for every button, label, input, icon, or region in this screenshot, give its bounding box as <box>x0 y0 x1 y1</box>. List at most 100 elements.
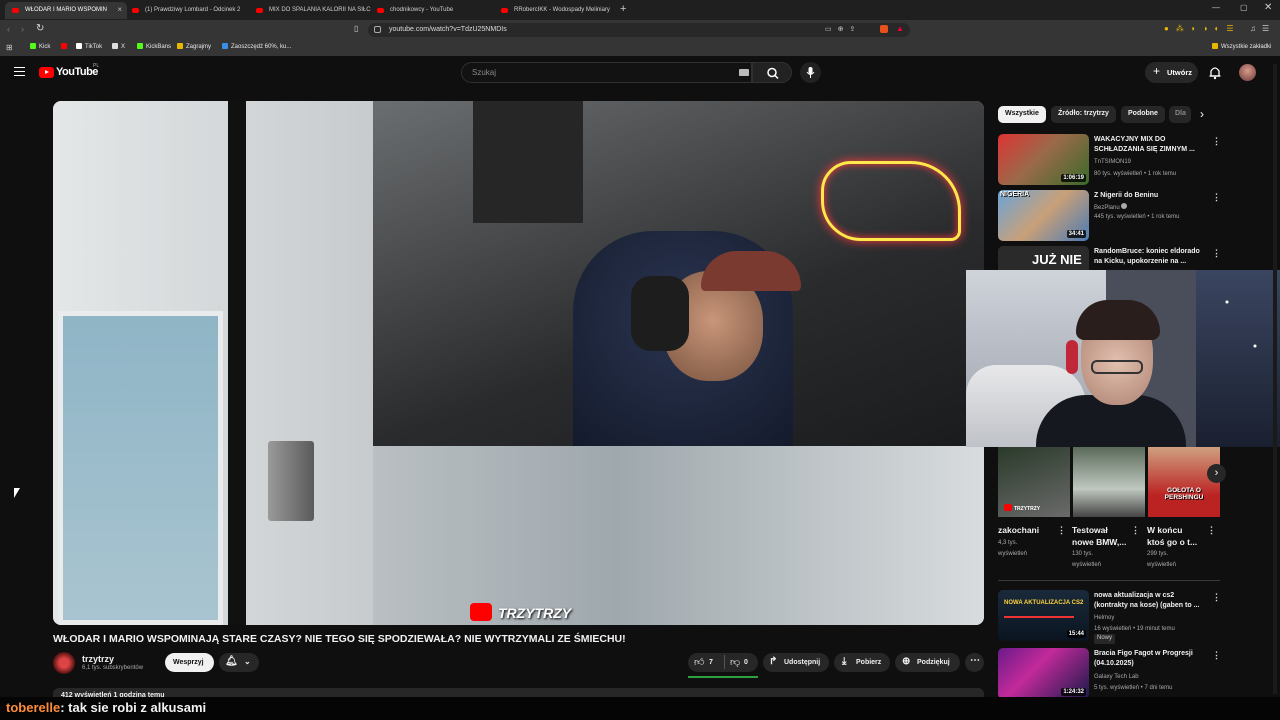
brave-shield-icon[interactable] <box>880 25 888 33</box>
short-title[interactable]: W końcu ktoś go o t... <box>1147 524 1197 548</box>
close-window-button[interactable]: ✕ <box>1264 2 1272 13</box>
mouse-cursor-icon <box>14 488 20 498</box>
bookmark-kick[interactable]: Kick <box>30 43 50 53</box>
forward-arrow-icon[interactable]: › <box>21 24 24 34</box>
channel-name[interactable]: trzytrzy <box>82 654 114 664</box>
more-vertical-icon[interactable]: ⋮ <box>1207 525 1216 536</box>
back-arrow-icon[interactable]: ‹ <box>7 24 10 34</box>
rewards-icon[interactable]: ▲ <box>896 24 904 33</box>
youtube-logo-text[interactable]: YouTube <box>56 66 98 78</box>
more-vertical-icon[interactable]: ⋮ <box>1212 192 1221 203</box>
short-thumbnail[interactable]: TRZYTRZY <box>998 447 1070 517</box>
video-player[interactable]: TRZYTRZY <box>53 101 984 625</box>
bookmark-discount[interactable]: Zaoszczędź 60%, ku... <box>222 43 291 53</box>
more-vertical-icon[interactable]: ⋮ <box>1212 592 1221 603</box>
page-scrollbar[interactable] <box>1273 64 1277 694</box>
chip-source[interactable]: Źródło: trzytrzy <box>1051 106 1116 123</box>
new-tab-button[interactable]: + <box>620 3 626 15</box>
address-actions-icon[interactable]: ▭⊕⇪ <box>825 25 861 33</box>
maximize-window-button[interactable]: ▢ <box>1240 3 1248 12</box>
chip-label: Źródło: trzytrzy <box>1058 110 1109 117</box>
kickbans-icon <box>137 43 143 49</box>
search-input[interactable]: Szukaj <box>461 62 752 83</box>
bookmark-star-icon[interactable]: ▯ <box>354 24 358 33</box>
rec-channel[interactable]: Galaxy Tech Lab <box>1094 673 1139 681</box>
rec-title[interactable]: WAKACYJNY MIX DO SCHŁADZANIA SIĘ ZIMNYM .… <box>1094 135 1195 154</box>
notifications-button[interactable] <box>1208 65 1222 85</box>
voice-search-button[interactable] <box>800 62 821 83</box>
apps-grid-icon[interactable]: ⊞ <box>6 43 13 52</box>
rec-channel[interactable]: TnTSIMON19 <box>1094 158 1131 166</box>
chip-for-you[interactable]: Dla <box>1169 106 1191 123</box>
rec-title[interactable]: Bracia Figo Fagot w Progresji (04.10.2025… <box>1094 649 1193 668</box>
close-tab-icon[interactable]: × <box>117 5 122 14</box>
rec-title[interactable]: Z Nigerii do Beninu <box>1094 191 1158 201</box>
all-bookmarks[interactable]: Wszystkie zakładki <box>1212 43 1271 53</box>
extension-icons[interactable]: ●⁂◗◑◐☰ <box>1164 24 1241 33</box>
more-vertical-icon[interactable]: ⋮ <box>1131 525 1140 536</box>
video-thumbnail[interactable]: 1:06:19 <box>998 134 1089 185</box>
more-vertical-icon[interactable]: ⋮ <box>1212 248 1221 259</box>
bookmark-x[interactable]: X <box>112 43 125 53</box>
all-bookmarks-label: Wszystkie zakładki <box>1221 44 1272 50</box>
chip-all[interactable]: Wszystkie <box>998 106 1046 123</box>
chip-similar[interactable]: Podobne <box>1121 106 1165 123</box>
share-button[interactable]: ↱ Udostępnij <box>763 653 829 672</box>
download-label: Pobierz <box>856 659 882 666</box>
avatar[interactable] <box>1239 64 1256 81</box>
bookmark-label: Zagrajmy <box>186 44 212 50</box>
like-button[interactable]: 👍︎ 7 <box>688 653 724 672</box>
rec-meta: 445 tys. wyświetleń • 1 rok temu <box>1094 214 1180 220</box>
section-divider <box>998 580 1220 581</box>
search-button[interactable] <box>752 62 792 83</box>
more-vertical-icon[interactable]: ⋮ <box>1057 525 1066 536</box>
subscription-bell-button[interactable]: 🔔︎ ⌄ <box>219 653 259 672</box>
chat-username: toberelle <box>6 700 61 715</box>
youtube-logo-icon[interactable] <box>39 67 54 78</box>
short-views: 4,3 tys. wyświetleń <box>998 540 1028 557</box>
menu-hamburger-icon[interactable] <box>14 67 25 76</box>
short-thumbnail[interactable]: GOŁOTA O PERSHINGU <box>1148 447 1220 517</box>
bookmark-kickbans[interactable]: KickBans <box>137 43 171 53</box>
rec-channel[interactable]: Helmoy <box>1094 614 1114 622</box>
video-thumbnail[interactable]: 1:24:32 <box>998 648 1089 699</box>
short-title[interactable]: Testował nowe BMW,... <box>1072 524 1126 548</box>
rec-title[interactable]: RandomBruce: koniec eldorado na Kicku, up… <box>1094 247 1200 266</box>
dislike-button[interactable]: 👎︎ 0 <box>725 653 758 672</box>
bookmark-tiktok[interactable]: TikTok <box>76 43 102 53</box>
short-thumbnail[interactable] <box>1073 447 1145 517</box>
browser-tab[interactable]: RRobercIKK - Wodospady Meliniary <box>494 2 616 19</box>
more-vertical-icon[interactable]: ⋮ <box>1212 136 1221 147</box>
video-thumbnail[interactable]: NOWA AKTUALIZACJA CS2 15:44 <box>998 590 1089 641</box>
url-text: youtube.com/watch?v=TdzU25NMDIs <box>389 26 507 33</box>
download-button[interactable]: ⤓ Pobierz <box>834 653 890 672</box>
more-vertical-icon[interactable]: ⋮ <box>1212 650 1221 661</box>
more-actions-button[interactable]: ⋯ <box>965 653 984 672</box>
thanks-button[interactable]: ⊕ Podziękuj <box>895 653 960 672</box>
menu-icons[interactable]: ♫☰ <box>1250 24 1275 33</box>
subscriber-count: 6,1 tys. subskrybentów <box>82 665 144 671</box>
rec-channel[interactable]: BezPlanu <box>1094 203 1128 212</box>
keyboard-icon[interactable] <box>739 69 749 76</box>
bookmark-label: X <box>121 44 126 50</box>
video-thumbnail[interactable]: JUŻ NIE <box>998 246 1089 270</box>
channel-avatar[interactable] <box>53 652 75 674</box>
short-title[interactable]: zakochani <box>998 524 1039 536</box>
thumbnail-text: TRZYTRZY <box>1014 506 1041 512</box>
bookmark-youtube[interactable] <box>61 43 70 53</box>
browser-tab-active[interactable]: WŁODAR I MARIO WSPOMIN × <box>5 2 127 19</box>
folder-icon <box>1212 43 1218 49</box>
shorts-next-button[interactable]: › <box>1207 464 1226 483</box>
support-button[interactable]: Wesprzyj <box>165 653 214 672</box>
site-info-icon[interactable] <box>374 26 381 33</box>
browser-tab[interactable]: (1) Prawdziwy Lombard - Odcinek 2 <box>125 2 247 19</box>
chevron-right-icon[interactable]: › <box>1200 107 1204 121</box>
rec-title[interactable]: nowa aktualizacja w cs2 (kontrakty na kos… <box>1094 591 1199 610</box>
browser-tab[interactable]: chodnikowcy - YouTube <box>370 2 492 19</box>
minimize-window-button[interactable]: — <box>1212 3 1220 12</box>
create-button[interactable]: + Utwórz <box>1145 62 1198 83</box>
reload-icon[interactable]: ↻ <box>36 23 44 34</box>
video-thumbnail[interactable]: NIGERIA 34:41 <box>998 190 1089 241</box>
bookmark-zagrajmy[interactable]: Zagrajmy <box>177 43 211 53</box>
browser-tab[interactable]: MIX DO SPALANIA KALORII NA SIŁC <box>249 2 371 19</box>
